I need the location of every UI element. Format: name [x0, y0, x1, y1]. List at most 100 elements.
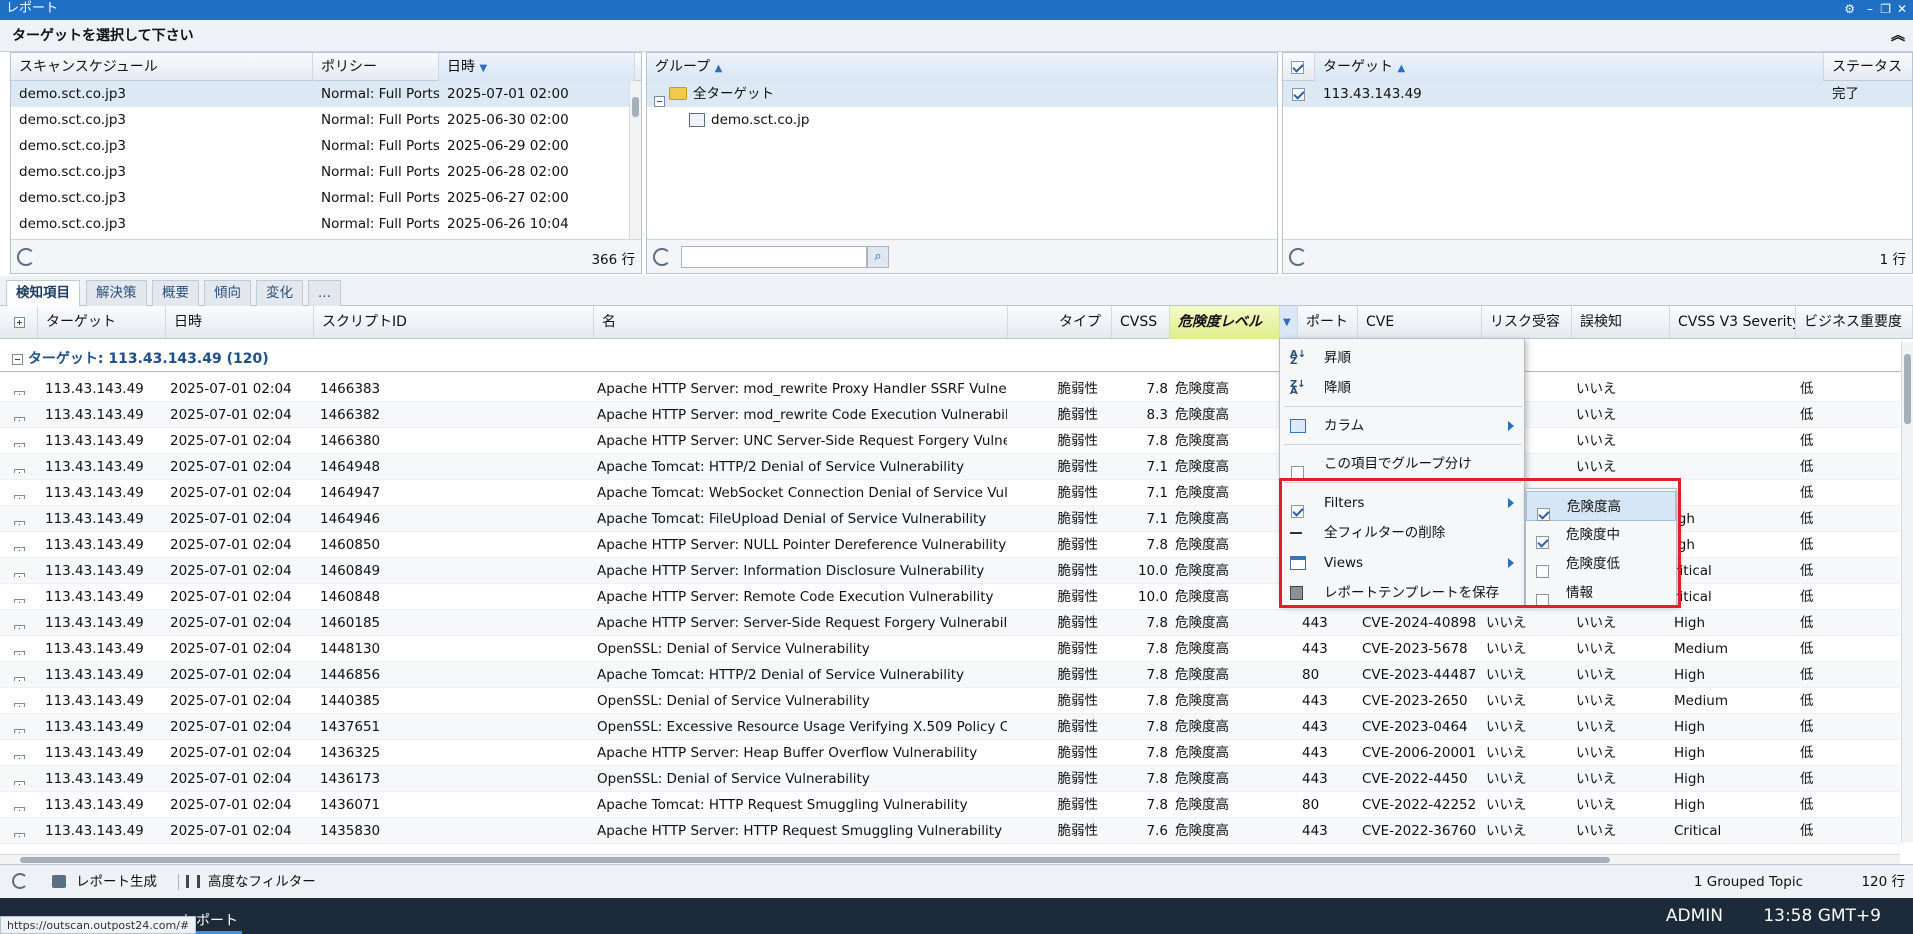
column-menu-trigger-icon[interactable]: ▼ — [1280, 306, 1298, 339]
restore-icon[interactable]: ❐ — [1880, 2, 1891, 16]
table-row[interactable]: 113.43.143.49 2025-07-01 02:04 1460185 Apac… — [0, 610, 1900, 636]
row-expand-icon[interactable] — [14, 721, 25, 733]
col-cvss[interactable]: CVSS — [1112, 306, 1170, 339]
refresh-icon[interactable] — [17, 248, 35, 266]
col-port[interactable]: ポート — [1298, 306, 1358, 339]
row-expand-icon[interactable] — [14, 487, 25, 499]
gear-icon[interactable]: ⚙ — [1844, 2, 1855, 16]
close-icon[interactable]: ✕ — [1897, 2, 1907, 16]
table-row[interactable]: 113.43.143.49 2025-07-01 02:04 1437651 Open… — [0, 714, 1900, 740]
schedule-row[interactable]: demo.sct.co.jp3 Normal: Full Ports 2025-06… — [11, 185, 631, 211]
col-risk-accept[interactable]: リスク受容 — [1482, 306, 1572, 339]
user-name[interactable]: ADMIN — [1666, 906, 1723, 926]
col-status[interactable]: ステータス — [1824, 53, 1912, 81]
table-row[interactable]: 113.43.143.49 2025-07-01 02:04 1446856 Apac… — [0, 662, 1900, 688]
refresh-icon[interactable] — [1289, 248, 1307, 266]
table-cell: CVE-2022-42252 — [1362, 797, 1477, 813]
col-cve[interactable]: CVE — [1358, 306, 1482, 339]
row-expand-icon[interactable] — [14, 383, 25, 395]
minimize-icon[interactable]: – — [1867, 2, 1873, 16]
search-icon[interactable]: ⌕ — [867, 246, 889, 268]
table-row[interactable]: 113.43.143.49 2025-07-01 02:04 1464948 Apac… — [0, 454, 1900, 480]
group-child[interactable]: demo.sct.co.jp — [647, 107, 1277, 133]
collapse-icon[interactable]: ︽ — [1891, 20, 1905, 52]
menu-columns[interactable]: カラム — [1280, 411, 1526, 441]
col-schedule[interactable]: スキャンスケジュール — [11, 53, 313, 81]
row-expand-icon[interactable] — [14, 591, 25, 603]
tab-findings[interactable]: 検知項目 — [6, 280, 80, 307]
scroll-thumb[interactable] — [1904, 354, 1911, 424]
schedule-row[interactable]: demo.sct.co.jp3 Normal: Full Ports 2025-06… — [11, 211, 631, 237]
col-group[interactable]: グループ ▲ — [647, 53, 1277, 81]
table-row[interactable]: 113.43.143.49 2025-07-01 02:04 1436071 Apac… — [0, 792, 1900, 818]
col-business[interactable]: ビジネス重要度 — [1796, 306, 1913, 339]
col-policy[interactable]: ポリシー — [313, 53, 439, 81]
scroll-thumb[interactable] — [632, 97, 639, 117]
tab-changes[interactable]: 変化 — [256, 280, 303, 306]
expand-all-icon[interactable] — [0, 306, 38, 339]
tab-solutions[interactable]: 解決策 — [86, 280, 147, 306]
grid-hscrollbar[interactable] — [0, 854, 1900, 864]
generate-report-button[interactable]: レポート生成 — [76, 865, 157, 899]
schedule-row[interactable]: demo.sct.co.jp3 Normal: Full Ports 2025-06… — [11, 159, 631, 185]
menu-group-by[interactable]: この項目でグループ分け — [1280, 449, 1526, 479]
table-row[interactable]: 113.43.143.49 2025-07-01 02:04 1466380 Apac… — [0, 428, 1900, 454]
row-expand-icon[interactable] — [14, 617, 25, 629]
tab-more[interactable]: ... — [308, 280, 341, 306]
table-row[interactable]: 113.43.143.49 2025-07-01 02:04 1440385 Open… — [0, 688, 1900, 714]
row-expand-icon[interactable] — [14, 799, 25, 811]
row-expand-icon[interactable] — [14, 747, 25, 759]
row-expand-icon[interactable] — [14, 513, 25, 525]
col-date[interactable]: 日時 — [166, 306, 314, 339]
group-row[interactable]: ターゲット: 113.43.143.49 (120) — [0, 346, 1913, 372]
schedule-row[interactable]: demo.sct.co.jp3 Normal: Full Ports 2025-06… — [11, 107, 631, 133]
tab-trend[interactable]: 傾向 — [204, 280, 251, 306]
col-name[interactable]: 名 — [594, 306, 1008, 339]
table-cell: 危険度高 — [1175, 667, 1229, 683]
table-row[interactable]: 113.43.143.49 2025-07-01 02:04 1466383 Apac… — [0, 376, 1900, 402]
row-expand-icon[interactable] — [14, 409, 25, 421]
col-target[interactable]: ターゲット ▲ — [1315, 53, 1824, 81]
col-cvss3[interactable]: CVSS V3 Severity — [1670, 306, 1796, 339]
group-collapse-icon[interactable] — [12, 353, 23, 365]
refresh-icon[interactable] — [12, 873, 28, 889]
row-expand-icon[interactable] — [14, 825, 25, 837]
table-cell: 113.43.143.49 — [45, 641, 144, 657]
row-checkbox[interactable] — [1292, 81, 1305, 107]
table-row[interactable]: 113.43.143.49 2025-07-01 02:04 1436325 Apac… — [0, 740, 1900, 766]
advanced-filter-button[interactable]: 高度なフィルター — [208, 865, 316, 899]
refresh-icon[interactable] — [653, 248, 671, 266]
table-row[interactable]: 113.43.143.49 2025-07-01 02:04 1436173 Open… — [0, 766, 1900, 792]
table-row[interactable]: 113.43.143.49 2025-07-01 02:04 1435830 Apac… — [0, 818, 1900, 844]
row-expand-icon[interactable] — [14, 435, 25, 447]
menu-sort-asc[interactable]: A↓ Z 昇順 — [1280, 343, 1526, 373]
row-expand-icon[interactable] — [14, 773, 25, 785]
row-expand-icon[interactable] — [14, 539, 25, 551]
select-all-checkbox[interactable] — [1283, 53, 1315, 81]
menu-sort-desc[interactable]: Z↓ A 降順 — [1280, 373, 1526, 403]
col-target[interactable]: ターゲット — [38, 306, 166, 339]
row-expand-icon[interactable] — [14, 461, 25, 473]
group-root[interactable]: 全ターゲット — [647, 81, 1277, 107]
row-expand-icon[interactable] — [14, 643, 25, 655]
col-datetime[interactable]: 日時 ▼ — [439, 53, 635, 81]
col-severity[interactable]: 危険度レベル — [1170, 306, 1280, 339]
table-row[interactable]: 113.43.143.49 2025-07-01 02:04 1448130 Open… — [0, 636, 1900, 662]
schedule-row[interactable]: demo.sct.co.jp3 Normal: Full Ports 2025-06… — [11, 133, 631, 159]
table-row[interactable]: 113.43.143.49 2025-07-01 02:04 1466382 Apac… — [0, 402, 1900, 428]
target-row[interactable]: 113.43.143.49 完了 — [1283, 81, 1912, 107]
col-type[interactable]: タイプ — [1008, 306, 1112, 339]
grid-vscrollbar[interactable] — [1901, 342, 1913, 842]
schedule-scrollbar[interactable] — [629, 81, 641, 241]
col-false-positive[interactable]: 誤検知 — [1572, 306, 1670, 339]
schedule-cell: 2025-07-01 02:00 — [447, 86, 569, 102]
row-expand-icon[interactable] — [14, 565, 25, 577]
row-expand-icon[interactable] — [14, 669, 25, 681]
tab-summary[interactable]: 概要 — [152, 280, 199, 306]
row-expand-icon[interactable] — [14, 695, 25, 707]
col-script-id[interactable]: スクリプトID — [314, 306, 594, 339]
group-by-checkbox[interactable] — [1291, 457, 1307, 479]
hscroll-thumb[interactable] — [20, 857, 1610, 863]
group-search-input[interactable] — [681, 246, 867, 268]
schedule-row[interactable]: demo.sct.co.jp3 Normal: Full Ports 2025-07… — [11, 81, 631, 107]
